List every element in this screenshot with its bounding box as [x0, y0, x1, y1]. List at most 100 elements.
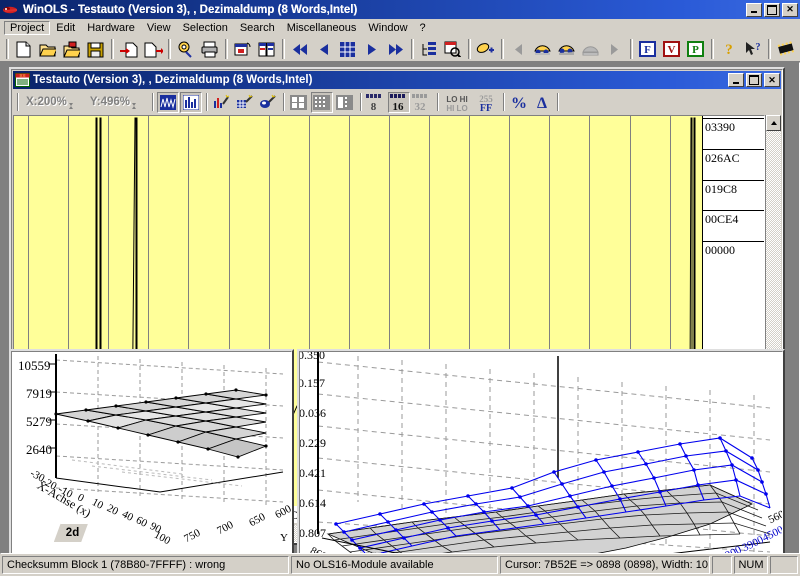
bits-8-icon[interactable]: 8 — [365, 92, 387, 113]
toolbar-separator — [768, 39, 771, 59]
bits-16-icon[interactable]: 16 — [388, 92, 410, 113]
next-map-icon[interactable] — [603, 38, 626, 60]
chart-colored-icon[interactable] — [211, 92, 233, 113]
close-icon: ✕ — [783, 4, 797, 16]
child-restore-button[interactable] — [746, 73, 762, 87]
menu-item-window[interactable]: Window — [362, 21, 413, 35]
last-record-icon[interactable] — [384, 38, 407, 60]
toolbar-separator — [225, 39, 228, 59]
svg-text:P: P — [692, 44, 699, 56]
map-3d-right-canvas[interactable]: 0.350 0.157 -0.036 -0.229 -0.421 -0.614 … — [299, 351, 783, 554]
tree-view-icon[interactable] — [417, 38, 440, 60]
y-axis-tick-line — [703, 180, 764, 181]
search-map-icon[interactable] — [441, 38, 464, 60]
toolbar-separator — [503, 93, 505, 111]
menu-item-selection[interactable]: Selection — [177, 21, 234, 35]
zoom-y-stepper[interactable]: Y:496% — [86, 94, 143, 110]
svg-text:F: F — [644, 44, 651, 56]
menu-item-edit[interactable]: Edit — [50, 21, 81, 35]
save-icon[interactable] — [84, 38, 107, 60]
toolbar-separator — [711, 39, 714, 59]
grid-fine-icon[interactable] — [334, 92, 356, 113]
bits-32-icon[interactable]: 32 — [411, 92, 433, 113]
print-icon[interactable] — [198, 38, 221, 60]
toolbar-separator — [168, 39, 171, 59]
compare-files-icon[interactable] — [255, 38, 278, 60]
percent-icon[interactable]: % — [508, 92, 530, 113]
import-file-icon[interactable] — [117, 38, 140, 60]
flag-p-icon[interactable]: P — [684, 38, 707, 60]
left-y-axis-label: Y — [280, 532, 288, 544]
delta-icon[interactable]: Δ — [531, 92, 553, 113]
hexdump-toolbar[interactable]: X:200% Y:496% — [12, 90, 782, 114]
chart-wand-icon[interactable] — [234, 92, 256, 113]
new-project-icon[interactable] — [12, 38, 35, 60]
toolbar-separator — [360, 93, 362, 111]
zoom-y-spin[interactable] — [132, 94, 143, 110]
menu-item-help[interactable]: ? — [414, 21, 432, 35]
menu-item-miscellaneous[interactable]: Miscellaneous — [281, 21, 363, 35]
previous-record-icon[interactable] — [312, 38, 335, 60]
map-3d-icon[interactable] — [555, 38, 578, 60]
add-plugin-icon[interactable] — [474, 38, 497, 60]
toolbar-separator — [557, 93, 559, 111]
menu-item-view[interactable]: View — [141, 21, 177, 35]
y-axis-tick-line — [703, 241, 764, 242]
toolbar-separator — [630, 39, 633, 59]
mdi-client-area: IOI Testauto (Version 3), , Dezimaldump … — [0, 62, 800, 554]
menu-item-search[interactable]: Search — [234, 21, 281, 35]
view-bars-icon[interactable] — [180, 92, 202, 113]
chart-eraser-icon[interactable] — [257, 92, 279, 113]
open-recent-icon[interactable] — [60, 38, 83, 60]
svg-text:Δ: Δ — [537, 95, 547, 111]
child-minimize-button[interactable] — [728, 73, 744, 87]
flag-f-icon[interactable]: F — [636, 38, 659, 60]
export-file-icon[interactable] — [141, 38, 164, 60]
project-settings-icon[interactable] — [174, 38, 197, 60]
left-z-tick-2: 5279 — [26, 414, 52, 430]
toolbar-separator — [17, 93, 19, 111]
minimize-button[interactable] — [746, 3, 762, 17]
toolbar-separator — [152, 93, 154, 111]
right-z-tick-4: -0.421 — [299, 466, 326, 481]
context-help-icon[interactable]: ? — [741, 38, 764, 60]
map-2d-icon[interactable] — [531, 38, 554, 60]
open-project-icon[interactable] — [36, 38, 59, 60]
menu-item-hardware[interactable]: Hardware — [81, 21, 141, 35]
winols-logo-icon — [3, 3, 19, 17]
toolbar-separator — [111, 39, 114, 59]
right-z-tick-5: -0.614 — [299, 496, 326, 511]
flag-v-icon[interactable]: V — [660, 38, 683, 60]
grid-dotted-icon[interactable] — [311, 92, 333, 113]
svg-text:V: V — [668, 44, 676, 56]
view-graph-icon[interactable] — [157, 92, 179, 113]
svg-text:HI LO: HI LO — [446, 104, 467, 112]
svg-text:?: ? — [755, 42, 760, 53]
copy-window-icon[interactable] — [231, 38, 254, 60]
grid-view-icon[interactable] — [336, 38, 359, 60]
main-menu-bar[interactable]: Project Edit Hardware View Selection Sea… — [0, 19, 800, 37]
map-flat-icon[interactable] — [579, 38, 602, 60]
prev-map-icon[interactable] — [507, 38, 530, 60]
menu-item-project[interactable]: Project — [4, 21, 50, 35]
child-close-button[interactable]: ✕ — [764, 73, 780, 87]
status-cursor: Cursor: 7B52E => 0898 (0898), Width: 10 — [500, 556, 710, 574]
next-record-icon[interactable] — [360, 38, 383, 60]
svg-text:32: 32 — [415, 101, 427, 112]
help-icon[interactable]: ? — [717, 38, 740, 60]
grid-coarse-icon[interactable] — [288, 92, 310, 113]
close-button[interactable]: ✕ — [782, 3, 798, 17]
scroll-up-button[interactable] — [766, 115, 781, 131]
zoom-x-spin[interactable] — [69, 94, 80, 110]
hex-255-ff-icon[interactable]: 255FF — [473, 92, 499, 113]
first-record-icon[interactable] — [288, 38, 311, 60]
toolbar-separator — [282, 39, 285, 59]
y-axis-tick-label: 03390 — [705, 120, 735, 135]
maximize-button[interactable] — [764, 3, 780, 17]
zoom-x-stepper[interactable]: X:200% — [22, 94, 80, 110]
chip-icon[interactable] — [774, 38, 797, 60]
status-blank — [712, 556, 732, 574]
byte-order-icon[interactable]: LO HIHI LO — [442, 92, 472, 113]
main-toolbar[interactable]: F V P ? ? — [0, 37, 800, 62]
map-3d-left-canvas[interactable]: 10559 7919 5279 2640 -30 -20 -10 0 10 20… — [11, 351, 292, 554]
